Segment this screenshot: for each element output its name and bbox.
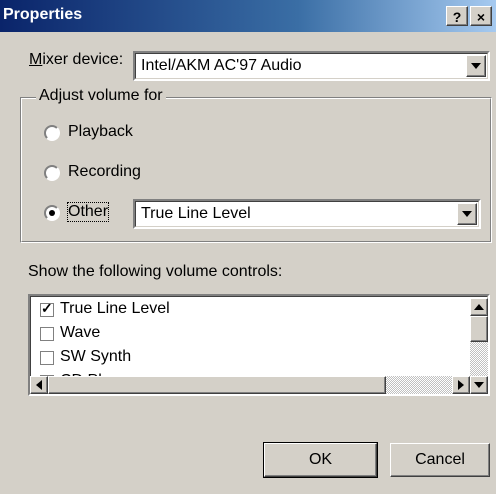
other-dropdown-button[interactable]: [457, 203, 477, 225]
other-select-value: True Line Level: [141, 205, 251, 222]
checkbox-checked[interactable]: [40, 300, 54, 317]
arrow-up-icon: [474, 304, 484, 310]
scroll-up-button[interactable]: [470, 298, 488, 316]
adjust-volume-legend: Adjust volume for: [36, 87, 166, 105]
cancel-button[interactable]: Cancel: [390, 443, 490, 477]
other-select[interactable]: True Line Level: [133, 199, 481, 229]
window-title: Properties: [3, 6, 83, 23]
chevron-down-icon: [471, 63, 481, 69]
list-item-label: Wave: [60, 324, 101, 341]
checkbox[interactable]: [40, 351, 54, 365]
list-item-label: True Line Level: [60, 300, 170, 317]
mixer-device-label: Mixer device:: [29, 51, 124, 68]
chevron-down-icon: [462, 211, 472, 217]
scroll-right-button[interactable]: [452, 376, 470, 394]
controls-label: Show the following volume controls:: [28, 263, 283, 280]
radio-other[interactable]: [44, 205, 60, 221]
radio-recording[interactable]: [44, 165, 60, 181]
radio-other-label[interactable]: Other: [66, 202, 110, 222]
checkbox[interactable]: [40, 327, 54, 341]
title-bar[interactable]: Properties ? ×: [0, 0, 496, 32]
arrow-down-icon: [474, 382, 484, 388]
radio-recording-label[interactable]: Recording: [68, 163, 141, 181]
mixer-dropdown-button[interactable]: [466, 55, 486, 77]
radio-playback-label[interactable]: Playback: [68, 123, 133, 141]
mixer-device-select[interactable]: Intel/AKM AC'97 Audio: [133, 51, 490, 81]
radio-playback[interactable]: [44, 125, 60, 141]
help-button[interactable]: ?: [446, 6, 468, 26]
mixer-device-value: Intel/AKM AC'97 Audio: [141, 57, 302, 74]
horizontal-scroll-thumb[interactable]: [48, 376, 386, 394]
arrow-left-icon: [36, 380, 42, 390]
vertical-scroll-thumb[interactable]: [470, 316, 488, 342]
arrow-right-icon: [458, 380, 464, 390]
scroll-left-button[interactable]: [30, 376, 48, 394]
list-item-label: SW Synth: [60, 348, 132, 365]
scroll-down-button[interactable]: [470, 376, 488, 394]
ok-button[interactable]: OK: [263, 442, 378, 478]
close-button[interactable]: ×: [470, 6, 492, 26]
